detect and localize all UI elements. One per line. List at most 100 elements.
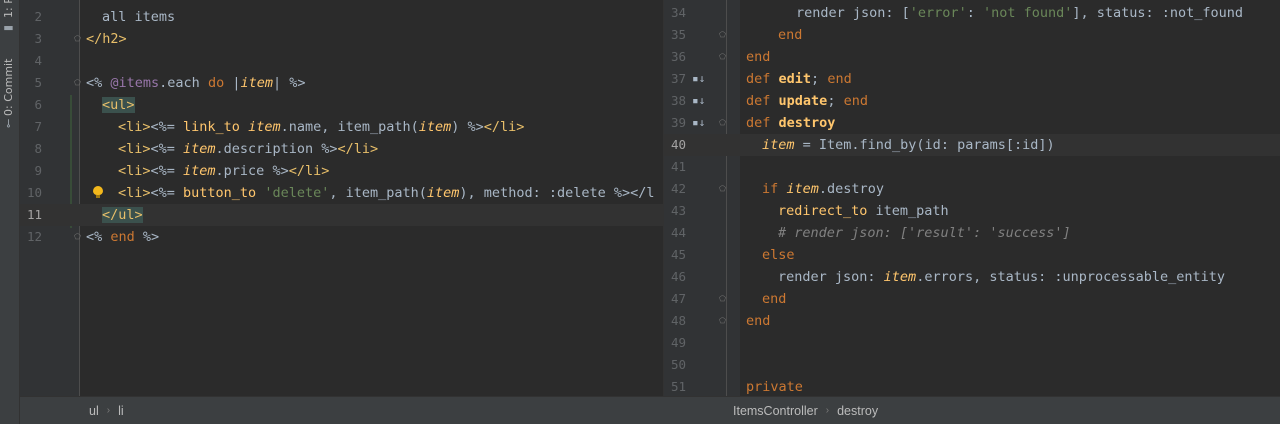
line-number: 39 (670, 115, 686, 130)
line-number: 44 (670, 225, 686, 240)
code-line-current[interactable]: 40 item = Item.find_by(id: params[:id]) (664, 134, 1280, 156)
fold-marker-icon[interactable]: ⬠ (718, 118, 727, 128)
fold-marker-icon[interactable]: ⬠ (73, 78, 82, 88)
fold-marker-icon[interactable]: ⬠ (718, 316, 727, 326)
code-text: end (746, 313, 771, 329)
code-line[interactable]: 45 else (664, 244, 1280, 266)
breadcrumb-item[interactable]: destroy (837, 397, 878, 424)
fold-marker-icon[interactable]: ⬠ (73, 34, 82, 44)
breadcrumb-bar: ul › li ItemsController › destroy (20, 396, 1280, 424)
code-line[interactable]: 7 <li><%= link_to item.name, item_path(i… (20, 116, 663, 138)
code-line[interactable]: 48 ⬠ end (664, 310, 1280, 332)
code-line[interactable]: 42 ⬠ if item.destroy (664, 178, 1280, 200)
line-number: 51 (670, 379, 686, 394)
code-line[interactable]: 4 (20, 50, 663, 72)
line-number: 9 (34, 163, 42, 178)
line-number: 36 (670, 49, 686, 64)
code-line[interactable]: 43 redirect_to item_path (664, 200, 1280, 222)
breadcrumb-item[interactable]: li (118, 397, 124, 424)
lightbulb-icon[interactable] (93, 186, 103, 198)
code-line[interactable]: 2 all items (20, 6, 663, 28)
code-line[interactable]: 41 (664, 156, 1280, 178)
code-line[interactable]: 46 render json: item.errors, status: :un… (664, 266, 1280, 288)
code-text: <li><%= item.description %></li> (118, 141, 379, 157)
code-line[interactable]: 39 ▪↓ ⬠ def destroy (664, 112, 1280, 134)
code-text: if item.destroy (762, 181, 884, 197)
fold-marker-icon[interactable]: ⬠ (718, 30, 727, 40)
code-text: def update; end (746, 93, 868, 109)
line-number: 49 (670, 335, 686, 350)
code-line[interactable]: 47 ⬠ end (664, 288, 1280, 310)
line-number: 41 (670, 159, 686, 174)
line-number: 42 (670, 181, 686, 196)
code-text: </h2> (86, 31, 127, 47)
code-line[interactable]: 44 # render json: ['result': 'success'] (664, 222, 1280, 244)
chevron-right-icon: › (825, 405, 830, 416)
project-tool-tab[interactable]: ▬ 1: P (2, 0, 15, 34)
commit-tool-tab[interactable]: ⊸ 0: Commit (2, 58, 15, 128)
code-text: </ul> (102, 207, 143, 223)
breadcrumb-left: ul › li (89, 397, 124, 424)
code-line[interactable]: 9 <li><%= item.price %></li> (20, 160, 663, 182)
fold-marker-icon[interactable]: ⬠ (718, 294, 727, 304)
commit-tab-label: 0: Commit (2, 58, 15, 116)
code-text: end (746, 49, 771, 65)
line-number: 6 (34, 97, 42, 112)
line-number: 38 (670, 93, 686, 108)
line-number: 2 (34, 9, 42, 24)
fold-marker-icon[interactable]: ⬠ (718, 52, 727, 62)
code-text: <% end %> (86, 229, 160, 245)
commit-icon: ⊸ (2, 118, 15, 128)
code-text: redirect_to item_path (778, 203, 949, 219)
code-text: else (762, 247, 795, 263)
code-line[interactable]: 6 <ul> (20, 94, 663, 116)
line-number: 45 (670, 247, 686, 262)
project-tab-label: 1: P (2, 0, 15, 18)
override-method-icon[interactable]: ▪↓ (692, 112, 705, 134)
code-text: def destroy (746, 115, 836, 131)
code-line[interactable]: 51 private (664, 376, 1280, 396)
code-text: # render json: ['result': 'success'] (778, 225, 1071, 241)
code-line[interactable]: 8 <li><%= item.description %></li> (20, 138, 663, 160)
line-number: 4 (34, 53, 42, 68)
fold-marker-icon[interactable]: ⬠ (73, 232, 82, 242)
code-line[interactable]: 37 ▪↓ def edit; end (664, 68, 1280, 90)
editor-left[interactable]: 2 all items 3 ⬠ </h2> 4 5 ⬠ <% @items.ea… (20, 0, 663, 396)
code-line[interactable]: 38 ▪↓ def update; end (664, 90, 1280, 112)
code-line[interactable]: 49 (664, 332, 1280, 354)
line-number: 12 (26, 229, 42, 244)
fold-marker-icon[interactable]: ⬠ (718, 184, 727, 194)
line-number: 34 (670, 5, 686, 20)
tool-window-strip: ▬ 1: P ⊸ 0: Commit (0, 0, 20, 424)
code-line[interactable]: 10 <li><%= button_to 'delete', item_path… (20, 182, 663, 204)
editor-right[interactable]: 34 render json: ['error': 'not found'], … (663, 0, 1280, 396)
code-line[interactable]: 3 ⬠ </h2> (20, 28, 663, 50)
line-number: 40 (670, 137, 686, 152)
override-method-icon[interactable]: ▪↓ (692, 68, 705, 90)
code-line[interactable]: 50 (664, 354, 1280, 376)
code-line[interactable]: 36 ⬠ end (664, 46, 1280, 68)
code-text: <ul> (102, 97, 135, 113)
code-text: <% @items.each do |item| %> (86, 75, 306, 91)
line-number: 50 (670, 357, 686, 372)
code-text: end (762, 291, 787, 307)
code-text: render json: ['error': 'not found'], sta… (796, 5, 1244, 21)
code-text: <li><%= link_to item.name, item_path(ite… (118, 119, 525, 135)
line-number: 10 (26, 185, 42, 200)
line-number: 37 (670, 71, 686, 86)
code-text: all items (102, 9, 176, 25)
code-line[interactable]: 34 render json: ['error': 'not found'], … (664, 2, 1280, 24)
code-line-current[interactable]: 11 </ul> (20, 204, 663, 226)
line-number: 7 (34, 119, 42, 134)
breadcrumb-item[interactable]: ul (89, 397, 99, 424)
code-text: render json: item.errors, status: :unpro… (778, 269, 1226, 285)
line-number: 46 (670, 269, 686, 284)
code-line[interactable]: 35 ⬠ end (664, 24, 1280, 46)
override-method-icon[interactable]: ▪↓ (692, 90, 705, 112)
line-number: 11 (26, 207, 42, 222)
breadcrumb-item[interactable]: ItemsController (733, 397, 818, 424)
breadcrumb-right: ItemsController › destroy (733, 397, 878, 424)
line-number: 35 (670, 27, 686, 42)
code-line[interactable]: 5 ⬠ <% @items.each do |item| %> (20, 72, 663, 94)
code-line[interactable]: 12 ⬠ <% end %> (20, 226, 663, 248)
